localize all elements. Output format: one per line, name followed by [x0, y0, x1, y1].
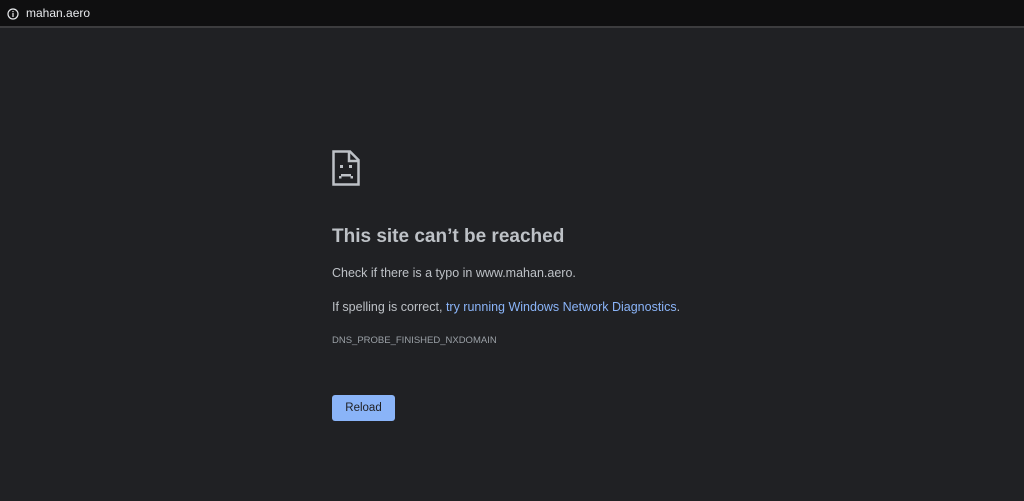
info-icon[interactable]	[7, 7, 19, 20]
diagnostics-prefix: If spelling is correct,	[332, 300, 446, 314]
network-diagnostics-link[interactable]: try running Windows Network Diagnostics	[446, 300, 677, 314]
address-bar[interactable]: mahan.aero	[0, 0, 1024, 28]
typo-suggestion: Check if there is a typo in www.mahan.ae…	[332, 266, 576, 280]
error-page: This site can’t be reached Check if ther…	[0, 28, 1024, 501]
error-title: This site can’t be reached	[332, 226, 565, 247]
diagnostics-suggestion: If spelling is correct, try running Wind…	[332, 300, 680, 314]
url-text[interactable]: mahan.aero	[26, 6, 90, 20]
diagnostics-suffix: .	[676, 300, 681, 314]
error-code: DNS_PROBE_FINISHED_NXDOMAIN	[332, 335, 497, 346]
reload-button[interactable]: Reload	[332, 395, 395, 421]
sad-page-icon	[332, 150, 360, 186]
